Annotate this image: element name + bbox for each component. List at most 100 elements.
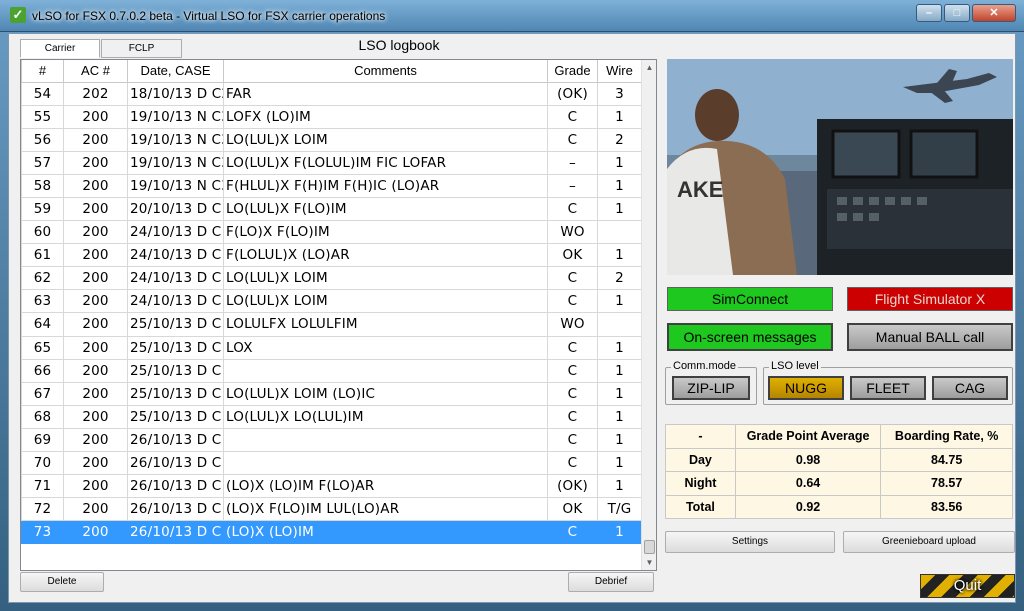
settings-button[interactable]: Settings <box>665 531 835 553</box>
column-header-grade[interactable]: Grade <box>547 60 598 83</box>
row-number[interactable]: 68 <box>21 404 64 429</box>
row-date[interactable]: 19/10/13 N C3 <box>127 104 224 129</box>
row-wire[interactable] <box>597 312 642 337</box>
row-comment[interactable]: F(HLUL)X F(H)IM F(H)IC (LO)AR <box>223 173 548 198</box>
row-number[interactable]: 61 <box>21 243 64 268</box>
row-number[interactable]: 69 <box>21 427 64 453</box>
row-ac[interactable]: 200 <box>63 243 128 268</box>
row-wire[interactable]: T/G <box>597 497 642 522</box>
row-ac[interactable]: 200 <box>63 335 128 360</box>
table-row[interactable]: 54 202 18/10/13 D C2 FAR (OK) 3 <box>21 81 642 106</box>
row-wire[interactable] <box>597 220 642 245</box>
row-number[interactable]: 58 <box>21 173 64 198</box>
row-grade[interactable]: OK <box>547 497 598 522</box>
table-row[interactable]: 65 200 25/10/13 D C LOX C 1 <box>21 335 642 360</box>
row-grade[interactable]: C <box>547 289 598 314</box>
row-wire[interactable]: 1 <box>597 335 642 360</box>
row-number[interactable]: 63 <box>21 289 64 314</box>
row-date[interactable]: 24/10/13 D C <box>127 243 224 268</box>
row-number[interactable]: 59 <box>21 196 64 222</box>
row-number[interactable]: 55 <box>21 104 64 129</box>
row-grade[interactable]: C <box>547 381 598 406</box>
row-comment[interactable]: LOX <box>223 335 548 360</box>
row-comment[interactable]: LO(LUL)X LOIM <box>223 266 548 291</box>
close-button[interactable]: ✕ <box>972 4 1016 22</box>
flight-simulator-status[interactable]: Flight Simulator X <box>847 287 1013 311</box>
row-ac[interactable]: 200 <box>63 127 128 152</box>
row-date[interactable]: 19/10/13 N C3 <box>127 127 224 152</box>
table-row[interactable]: 61 200 24/10/13 D C F(LOLUL)X (LO)AR OK 1 <box>21 243 642 268</box>
row-wire[interactable]: 2 <box>597 127 642 152</box>
table-row[interactable]: 59 200 20/10/13 D C LO(LUL)X F(LO)IM C 1 <box>21 196 642 222</box>
column-header-comments[interactable]: Comments <box>223 60 548 83</box>
row-ac[interactable]: 200 <box>63 196 128 222</box>
table-row[interactable]: 67 200 25/10/13 D C LO(LUL)X LOIM (LO)IC C 1 <box>21 381 642 406</box>
quit-button[interactable]: Quit <box>920 574 1015 598</box>
column-header-date[interactable]: Date, CASE <box>127 60 224 83</box>
row-ac[interactable]: 200 <box>63 450 128 476</box>
row-comment[interactable]: F(LO)X F(LO)IM <box>223 220 548 245</box>
row-ac[interactable]: 200 <box>63 381 128 406</box>
logbook-grid[interactable]: # AC # Date, CASE Comments Grade Wire 54… <box>20 59 657 571</box>
row-number[interactable]: 70 <box>21 450 64 476</box>
row-grade[interactable]: WO <box>547 220 598 245</box>
row-ac[interactable]: 202 <box>63 81 128 106</box>
row-grade[interactable]: C <box>547 335 598 360</box>
row-comment[interactable]: LOLULFX LOLULFIM <box>223 312 548 337</box>
row-wire[interactable]: 1 <box>597 150 642 175</box>
row-grade[interactable]: C <box>547 196 598 222</box>
row-ac[interactable]: 200 <box>63 150 128 175</box>
table-row[interactable]: 58 200 19/10/13 N C3 F(HLUL)X F(H)IM F(H)IC… <box>21 173 642 198</box>
row-date[interactable]: 25/10/13 D C <box>127 381 224 406</box>
row-comment[interactable]: LO(LUL)X LO(LUL)IM <box>223 404 548 429</box>
onscreen-messages-toggle[interactable]: On-screen messages <box>667 323 833 351</box>
row-comment[interactable] <box>223 427 548 453</box>
row-ac[interactable]: 200 <box>63 266 128 291</box>
row-date[interactable]: 26/10/13 D C <box>127 520 224 545</box>
row-number[interactable]: 71 <box>21 474 64 499</box>
row-ac[interactable]: 200 <box>63 427 128 453</box>
row-wire[interactable]: 1 <box>597 243 642 268</box>
row-number[interactable]: 67 <box>21 381 64 406</box>
scroll-up-icon[interactable]: ▲ <box>642 60 656 75</box>
fleet-button[interactable]: FLEET <box>850 376 926 400</box>
row-date[interactable]: 25/10/13 D C <box>127 312 224 337</box>
row-number[interactable]: 65 <box>21 335 64 360</box>
vertical-scrollbar[interactable]: ▲ ▼ <box>641 60 656 570</box>
row-ac[interactable]: 200 <box>63 520 128 545</box>
tab-fclp[interactable]: FCLP <box>101 39 182 58</box>
row-comment[interactable]: (LO)X F(LO)IM LUL(LO)AR <box>223 497 548 522</box>
column-header-ac[interactable]: AC # <box>63 60 128 83</box>
row-grade[interactable]: C <box>547 266 598 291</box>
delete-button[interactable]: Delete <box>20 572 104 592</box>
table-row[interactable]: 55 200 19/10/13 N C3 LOFX (LO)IM C 1 <box>21 104 642 129</box>
row-wire[interactable]: 2 <box>597 266 642 291</box>
table-row[interactable]: 68 200 25/10/13 D C LO(LUL)X LO(LUL)IM C 1 <box>21 404 642 429</box>
row-date[interactable]: 25/10/13 D C <box>127 404 224 429</box>
row-ac[interactable]: 200 <box>63 497 128 522</box>
table-row[interactable]: 72 200 26/10/13 D C (LO)X F(LO)IM LUL(LO)AR… <box>21 497 642 522</box>
row-wire[interactable]: 1 <box>597 381 642 406</box>
row-grade[interactable]: C <box>547 404 598 429</box>
table-row[interactable]: 56 200 19/10/13 N C3 LO(LUL)X LOIM C 2 <box>21 127 642 152</box>
row-ac[interactable]: 200 <box>63 220 128 245</box>
row-date[interactable]: 19/10/13 N C3 <box>127 150 224 175</box>
table-row[interactable]: 62 200 24/10/13 D C LO(LUL)X LOIM C 2 <box>21 266 642 291</box>
table-row[interactable]: 60 200 24/10/13 D C F(LO)X F(LO)IM WO <box>21 220 642 245</box>
table-row[interactable]: 64 200 25/10/13 D C LOLULFX LOLULFIM WO <box>21 312 642 337</box>
table-row[interactable]: 71 200 26/10/13 D C (LO)X (LO)IM F(LO)AR (OK… <box>21 474 642 499</box>
row-comment[interactable]: LO(LUL)X LOIM (LO)IC <box>223 381 548 406</box>
row-grade[interactable]: (OK) <box>547 81 598 106</box>
table-row[interactable]: 70 200 26/10/13 D C C1 <box>21 450 642 476</box>
row-comment[interactable]: LOFX (LO)IM <box>223 104 548 129</box>
row-grade[interactable]: C <box>547 358 598 383</box>
column-header-number[interactable]: # <box>21 60 64 83</box>
debrief-button[interactable]: Debrief <box>568 572 654 592</box>
row-date[interactable]: 26/10/13 D C <box>127 450 224 476</box>
nugg-button[interactable]: NUGG <box>768 376 844 400</box>
row-number[interactable]: 73 <box>21 520 64 545</box>
row-wire[interactable]: 1 <box>597 450 642 476</box>
row-wire[interactable]: 1 <box>597 404 642 429</box>
row-wire[interactable]: 1 <box>597 358 642 383</box>
manual-ball-call-toggle[interactable]: Manual BALL call <box>847 323 1013 351</box>
